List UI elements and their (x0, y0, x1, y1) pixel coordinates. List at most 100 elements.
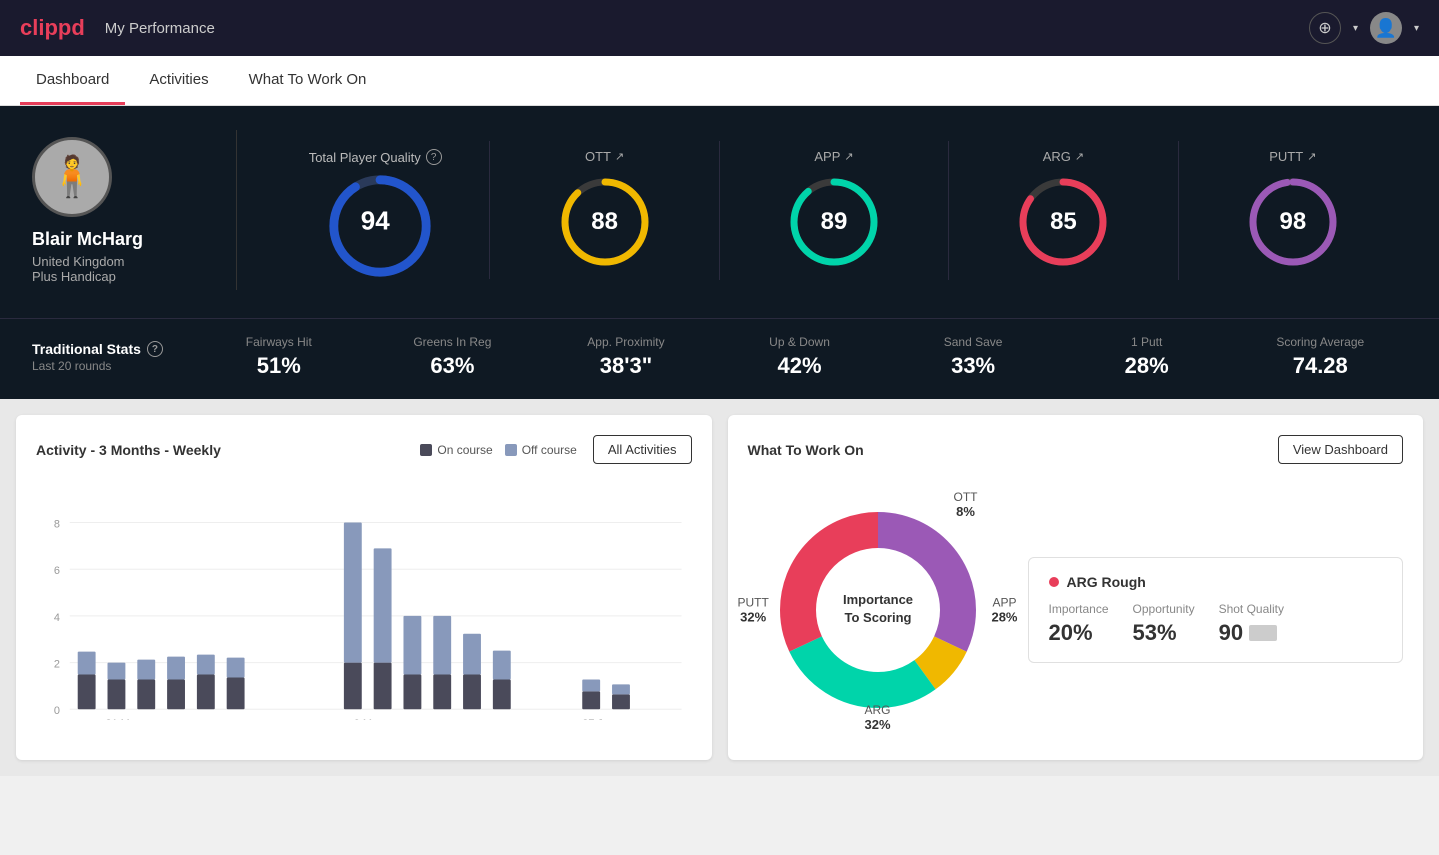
add-dropdown-icon: ▾ (1353, 23, 1358, 34)
fairways-hit-stat: Fairways Hit 51% (192, 335, 366, 379)
chart-controls: On course Off course All Activities (420, 435, 691, 464)
total-quality-value: 94 (361, 206, 390, 237)
total-quality-label: Total Player Quality ? (309, 149, 442, 165)
donut-svg: Importance To Scoring (748, 480, 1008, 740)
up-down-stat: Up & Down 42% (713, 335, 887, 379)
ott-value: 88 (591, 208, 618, 236)
tab-what-to-work-on[interactable]: What To Work On (233, 57, 383, 105)
up-down-value: 42% (713, 353, 887, 379)
info-dot (1049, 577, 1059, 587)
sand-save-value: 33% (886, 353, 1060, 379)
chart-area: 0 2 4 6 8 (36, 480, 692, 720)
ott-circle: 88 (555, 172, 655, 272)
header-title: My Performance (105, 20, 215, 37)
header: clippd My Performance ⊕ ▾ 👤 ▾ (0, 0, 1439, 56)
one-putt-label: 1 Putt (1060, 335, 1234, 349)
putt-card: PUTT ↗ 98 (1179, 141, 1407, 280)
svg-text:Importance: Importance (842, 592, 912, 607)
scoring-average-label: Scoring Average (1233, 335, 1407, 349)
info-stats: Importance 20% Opportunity 53% Shot Qual… (1049, 602, 1383, 646)
greens-in-reg-stat: Greens In Reg 63% (366, 335, 540, 379)
sand-save-label: Sand Save (886, 335, 1060, 349)
app-proximity-label: App. Proximity (539, 335, 713, 349)
importance-stat: Importance 20% (1049, 602, 1109, 646)
donut-chart-section: Importance To Scoring OTT 8% APP 28% (748, 480, 1008, 740)
opportunity-label: Opportunity (1133, 602, 1195, 616)
svg-text:6: 6 (54, 565, 60, 577)
putt-value: 98 (1279, 208, 1306, 236)
trad-stats-title: Traditional Stats ? (32, 341, 192, 357)
player-name: Blair McHarg (32, 229, 143, 250)
svg-text:0: 0 (54, 705, 60, 717)
importance-label: Importance (1049, 602, 1109, 616)
scoring-average-stat: Scoring Average 74.28 (1233, 335, 1407, 379)
tab-dashboard[interactable]: Dashboard (20, 57, 125, 105)
add-button[interactable]: ⊕ (1309, 12, 1341, 44)
work-on-title: What To Work On (748, 442, 864, 458)
player-avatar: 🧍 (32, 137, 112, 217)
view-dashboard-button[interactable]: View Dashboard (1278, 435, 1403, 464)
svg-text:21 Mar: 21 Mar (106, 718, 140, 720)
player-info: 🧍 Blair McHarg United Kingdom Plus Handi… (32, 137, 212, 284)
off-course-legend: Off course (505, 443, 577, 457)
arg-arrow-icon: ↗ (1075, 150, 1084, 163)
svg-text:To Scoring: To Scoring (844, 610, 911, 625)
ott-card: OTT ↗ 88 (490, 141, 719, 280)
fairways-hit-label: Fairways Hit (192, 335, 366, 349)
opportunity-value: 53% (1133, 620, 1195, 646)
trad-stats-label: Traditional Stats ? Last 20 rounds (32, 341, 192, 373)
off-course-legend-dot (505, 444, 517, 456)
player-handicap: Plus Handicap (32, 269, 116, 284)
plus-icon: ⊕ (1318, 18, 1331, 38)
header-right: ⊕ ▾ 👤 ▾ (1309, 12, 1419, 44)
one-putt-value: 28% (1060, 353, 1234, 379)
total-quality-help[interactable]: ? (426, 149, 442, 165)
logo: clippd (20, 15, 85, 41)
traditional-stats-section: Traditional Stats ? Last 20 rounds Fairw… (0, 318, 1439, 399)
fairways-hit-value: 51% (192, 353, 366, 379)
work-on-header: What To Work On View Dashboard (748, 435, 1404, 464)
nav-tabs: Dashboard Activities What To Work On (0, 56, 1439, 106)
app-value: 89 (821, 208, 848, 236)
shot-quality-stat: Shot Quality 90 (1219, 602, 1284, 646)
trad-stats-help[interactable]: ? (147, 341, 163, 357)
trad-stats-subtitle: Last 20 rounds (32, 359, 192, 373)
app-arrow-icon: ↗ (844, 150, 853, 163)
info-card-header: ARG Rough (1049, 574, 1383, 590)
user-dropdown-icon: ▾ (1414, 23, 1419, 34)
on-course-legend: On course (420, 443, 492, 457)
svg-text:4: 4 (54, 612, 60, 624)
up-down-label: Up & Down (713, 335, 887, 349)
putt-circle: 98 (1243, 172, 1343, 272)
svg-text:2: 2 (54, 659, 60, 671)
greens-in-reg-label: Greens In Reg (366, 335, 540, 349)
opportunity-stat: Opportunity 53% (1133, 602, 1195, 646)
arg-card: ARG ↗ 85 (949, 141, 1178, 280)
arg-value: 85 (1050, 208, 1077, 236)
ott-label: OTT ↗ (585, 149, 624, 164)
tab-activities[interactable]: Activities (133, 57, 224, 105)
activity-chart-card: Activity - 3 Months - Weekly On course O… (16, 415, 712, 760)
app-proximity-stat: App. Proximity 38'3" (539, 335, 713, 379)
logo-text: clippd (20, 15, 85, 41)
chart-legend: On course Off course (420, 443, 577, 457)
shot-quality-value-row: 90 (1219, 620, 1284, 646)
arg-rough-info-card: ARG Rough Importance 20% Opportunity 53%… (1028, 557, 1404, 663)
one-putt-stat: 1 Putt 28% (1060, 335, 1234, 379)
on-course-legend-dot (420, 444, 432, 456)
putt-label: PUTT ↗ (1269, 149, 1316, 164)
svg-text:8: 8 (54, 518, 60, 530)
user-avatar[interactable]: 👤 (1370, 12, 1402, 44)
header-left: clippd My Performance (20, 15, 215, 41)
total-quality-card: Total Player Quality ? 94 (261, 141, 490, 279)
bottom-section: Activity - 3 Months - Weekly On course O… (0, 399, 1439, 776)
app-circle: 89 (784, 172, 884, 272)
ott-arrow-icon: ↗ (615, 150, 624, 163)
work-on-content: Importance To Scoring OTT 8% APP 28% (748, 480, 1404, 740)
sand-save-stat: Sand Save 33% (886, 335, 1060, 379)
all-activities-button[interactable]: All Activities (593, 435, 692, 464)
divider (236, 130, 237, 290)
total-quality-circle: 94 (325, 171, 425, 271)
shot-quality-bar (1249, 625, 1277, 641)
svg-text:27 Jun: 27 Jun (582, 718, 615, 720)
